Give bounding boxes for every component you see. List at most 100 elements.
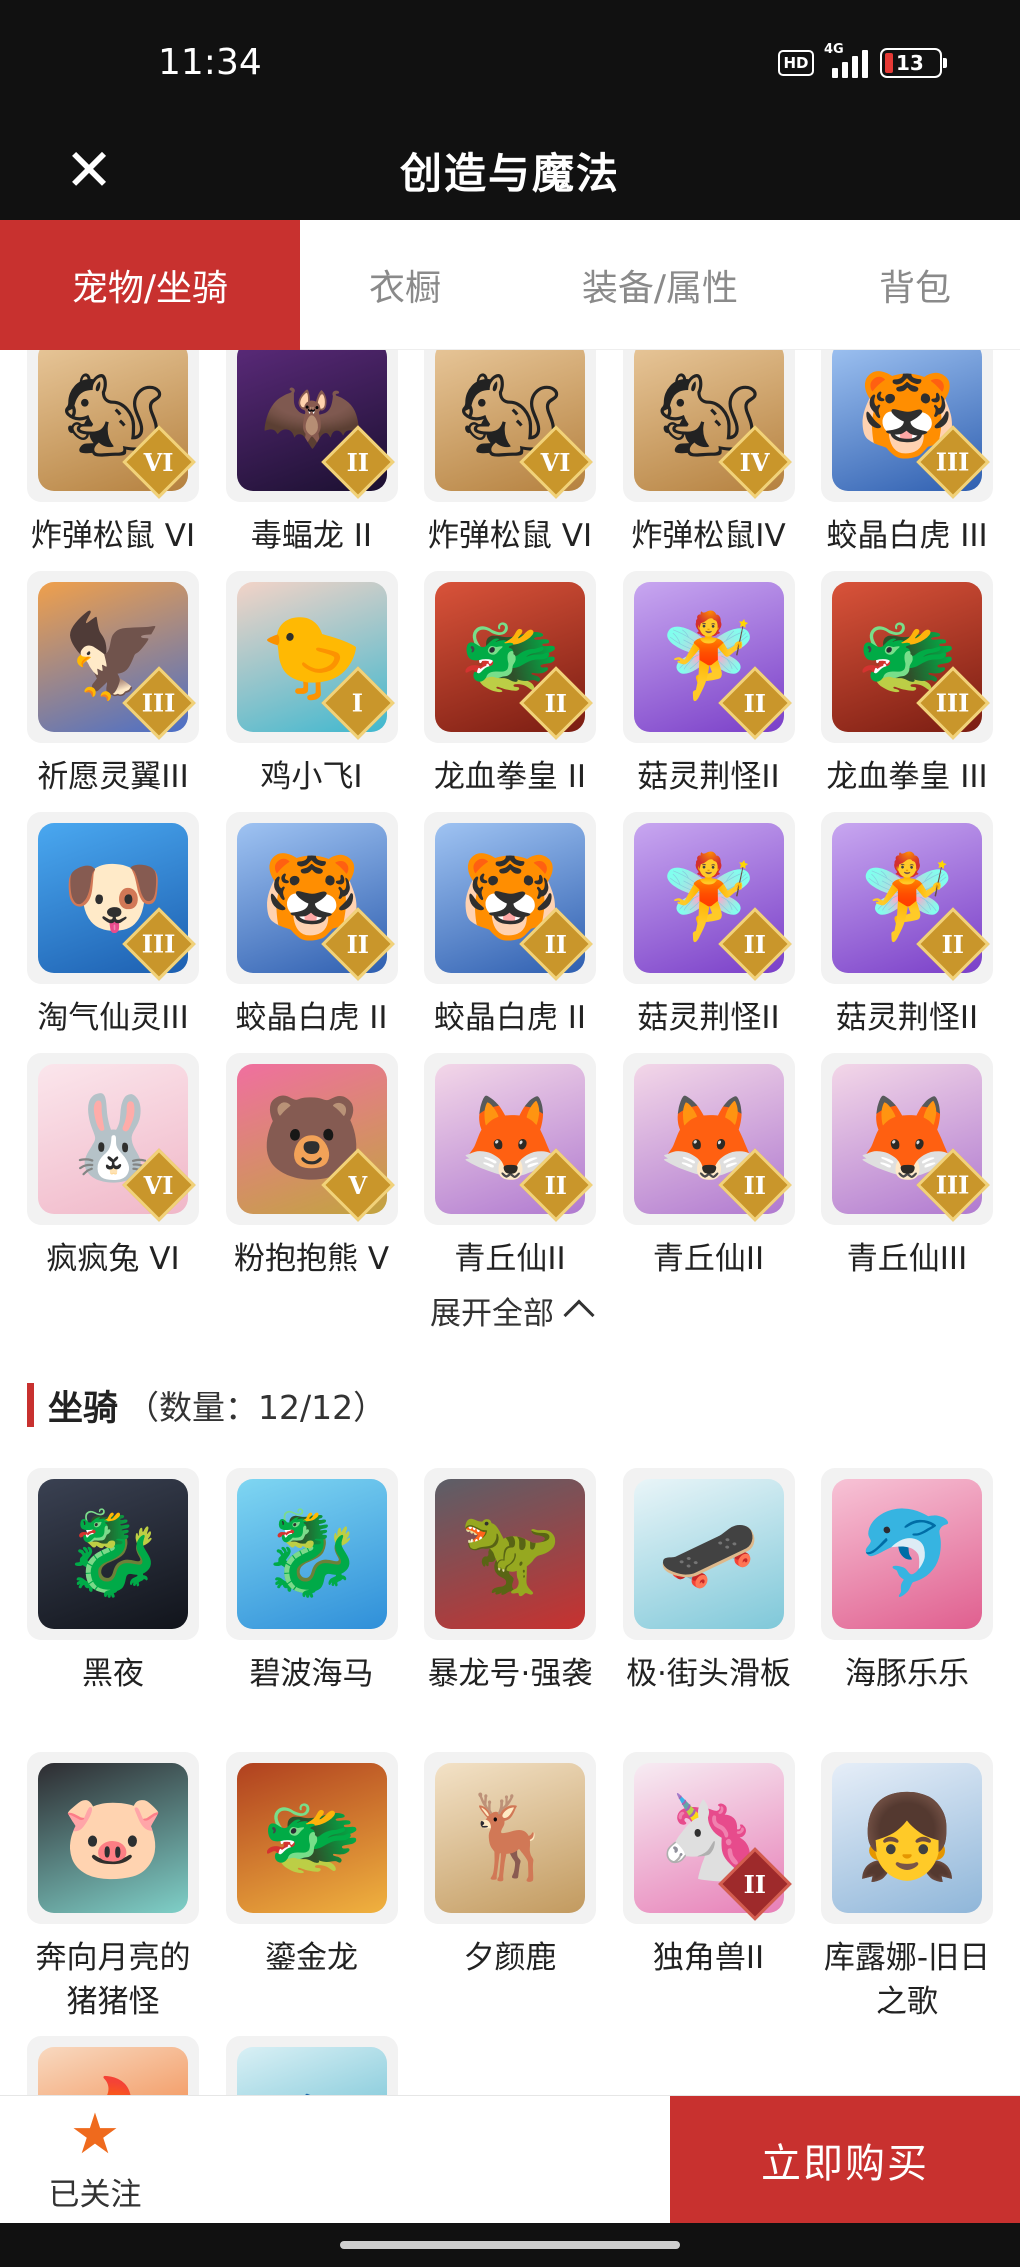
- rank-numeral: III: [142, 688, 176, 718]
- follow-button[interactable]: ★ 已关注: [0, 2096, 190, 2224]
- kuluna-icon: 👧: [832, 1763, 982, 1913]
- pet-card[interactable]: 🐿 VI 炸弹松鼠 VI: [424, 350, 596, 571]
- pet-name: 鸡小飞I: [260, 759, 363, 795]
- pet-card[interactable]: 🧚 II 菇灵荆怪II: [821, 812, 993, 1053]
- mount-thumbnail: 🐬: [821, 1468, 993, 1640]
- mount-name: 奔向月亮的猪猪怪: [35, 1940, 191, 2020]
- pet-thumbnail: 🐲 III: [821, 571, 993, 743]
- pet-card[interactable]: 🐯 III 蛟晶白虎 III: [821, 350, 993, 571]
- rank-numeral: II: [544, 688, 568, 718]
- home-indicator[interactable]: [340, 2241, 680, 2249]
- content-area[interactable]: 🐿 VI 炸弹松鼠 VI 🦇 II 毒蝠龙 II 🐿 VI 炸弹松鼠 VI 🐿 IV 炸弹松鼠IV 🐯 I…: [0, 350, 1020, 2095]
- phoenix-icon: 🔥: [38, 2047, 188, 2095]
- pet-thumbnail: 🐯 II: [225, 812, 398, 984]
- section-accent: [27, 1383, 34, 1427]
- rank-numeral: III: [142, 929, 176, 959]
- mount-card[interactable]: 👧 库露娜-旧日之歌: [821, 1752, 993, 2036]
- pet-thumbnail: 🦊 II: [424, 1053, 596, 1225]
- pet-card[interactable]: 🧚 II 菇灵荆怪II: [622, 571, 795, 812]
- pet-thumbnail: 🐤 I: [225, 571, 398, 743]
- rank-numeral: VI: [541, 447, 571, 477]
- mount-name: 库露娜-旧日之歌: [823, 1940, 991, 2020]
- tab-equipment[interactable]: 装备/属性: [510, 220, 810, 350]
- status-icons: HD 4G 13: [778, 42, 947, 78]
- pet-card[interactable]: 🐯 II 蛟晶白虎 II: [424, 812, 596, 1053]
- pet-card[interactable]: 🦇 II 毒蝠龙 II: [225, 350, 398, 571]
- close-icon: ✕: [64, 136, 114, 204]
- mount-card[interactable]: 🐟: [225, 2036, 398, 2095]
- pet-card[interactable]: 🐯 II 蛟晶白虎 II: [225, 812, 398, 1053]
- pet-card[interactable]: 🐿 VI 炸弹松鼠 VI: [27, 350, 199, 571]
- hd-icon: HD: [778, 50, 814, 76]
- tab-pets-mounts[interactable]: 宠物/坐骑: [0, 219, 300, 350]
- pet-thumbnail: 🐰 VI: [27, 1053, 199, 1225]
- mount-card[interactable]: 🛹 极·街头滑板: [622, 1468, 795, 1752]
- section-title: 坐骑: [48, 1388, 119, 1429]
- pet-card[interactable]: 🐰 VI 疯疯兔 VI: [27, 1053, 199, 1294]
- star-icon: ★: [69, 2101, 121, 2167]
- pet-thumbnail: 🐯 III: [821, 350, 993, 502]
- mount-card[interactable]: 🦌 夕颜鹿: [424, 1752, 596, 2036]
- golden-dragon-icon: 🐲: [236, 1763, 387, 1913]
- network-type: 4G: [824, 42, 844, 57]
- tab-wardrobe[interactable]: 衣橱: [300, 220, 510, 350]
- mount-card[interactable]: 🦄 II 独角兽II: [622, 1752, 795, 2036]
- rank-numeral: II: [743, 688, 766, 718]
- pet-name: 菇灵荆怪II: [637, 759, 780, 795]
- pet-card[interactable]: 🦊 II 青丘仙II: [622, 1053, 795, 1294]
- seahorse-icon: 🐉: [236, 1479, 387, 1629]
- section-count: （数量：12/12）: [126, 1388, 387, 1427]
- pet-name: 淘气仙灵III: [37, 1000, 189, 1036]
- pet-card[interactable]: 🦊 III 青丘仙III: [821, 1053, 993, 1294]
- pet-card[interactable]: 🐲 II 龙血拳皇 II: [424, 571, 596, 812]
- mount-card[interactable]: 🐬 海豚乐乐: [821, 1468, 993, 1752]
- mount-card[interactable]: 🐷 奔向月亮的猪猪怪: [27, 1752, 199, 2036]
- pet-card[interactable]: 🦅 III 祈愿灵翼III: [27, 571, 199, 812]
- pet-name: 炸弹松鼠IV: [631, 518, 786, 554]
- pet-card[interactable]: 🧚 II 菇灵荆怪II: [622, 812, 795, 1053]
- pet-name: 青丘仙II: [454, 1241, 566, 1277]
- pet-name: 祈愿灵翼III: [37, 759, 189, 795]
- pet-thumbnail: 🐶 III: [27, 812, 199, 984]
- page-title: 创造与魔法: [399, 148, 620, 198]
- pet-card[interactable]: 🐻 V 粉抱抱熊 V: [225, 1053, 398, 1294]
- pet-thumbnail: 🦅 III: [27, 571, 199, 743]
- mount-thumbnail: 🐟: [225, 2036, 398, 2095]
- rank-numeral: III: [936, 688, 970, 718]
- mount-thumbnail: 🦄 II: [622, 1752, 795, 1924]
- mount-thumbnail: 👧: [821, 1752, 993, 1924]
- tab-backpack[interactable]: 背包: [810, 220, 1020, 350]
- mount-name: 独角兽II: [652, 1940, 765, 1976]
- pet-thumbnail: 🦊 III: [821, 1053, 993, 1225]
- pet-card[interactable]: 🐿 IV 炸弹松鼠IV: [622, 350, 795, 571]
- status-time: 11:34: [158, 42, 262, 83]
- pet-card[interactable]: 🦊 II 青丘仙II: [424, 1053, 596, 1294]
- follow-label: 已关注: [48, 2176, 142, 2213]
- pig-icon: 🐷: [38, 1763, 188, 1913]
- rank-numeral: II: [743, 929, 766, 959]
- mount-card[interactable]: 🦖 暴龙号·强袭: [424, 1468, 596, 1752]
- rank-numeral: III: [936, 1170, 970, 1200]
- pets-grid: 🐿 VI 炸弹松鼠 VI 🦇 II 毒蝠龙 II 🐿 VI 炸弹松鼠 VI 🐿 IV 炸弹松鼠IV 🐯 I…: [27, 350, 993, 1294]
- rank-numeral: II: [544, 1170, 568, 1200]
- expand-all-button[interactable]: 展开全部: [0, 1280, 1020, 1340]
- expand-all-label: 展开全部: [430, 1295, 554, 1332]
- pet-thumbnail: 🐲 II: [424, 571, 596, 743]
- pet-card[interactable]: 🐶 III 淘气仙灵III: [27, 812, 199, 1053]
- rank-numeral: V: [348, 1170, 367, 1200]
- pet-card[interactable]: 🐲 III 龙血拳皇 III: [821, 571, 993, 812]
- pet-card[interactable]: 🐤 I 鸡小飞I: [225, 571, 398, 812]
- rank-numeral: VI: [144, 1170, 174, 1200]
- close-button[interactable]: ✕: [54, 120, 124, 220]
- rank-numeral: II: [544, 929, 568, 959]
- mount-card[interactable]: 🐉 黑夜: [27, 1468, 199, 1752]
- pet-thumbnail: 🦊 II: [622, 1053, 795, 1225]
- mount-name: 暴龙号·强袭: [427, 1656, 593, 1692]
- mount-card[interactable]: 🐲 鎏金龙: [225, 1752, 398, 2036]
- rank-numeral: II: [743, 1869, 766, 1899]
- mount-card[interactable]: 🔥: [27, 2036, 199, 2095]
- buy-now-button[interactable]: 立即购买: [670, 2096, 1020, 2224]
- pet-thumbnail: 🦇 II: [225, 350, 398, 502]
- pet-thumbnail: 🐯 II: [424, 812, 596, 984]
- mount-card[interactable]: 🐉 碧波海马: [225, 1468, 398, 1752]
